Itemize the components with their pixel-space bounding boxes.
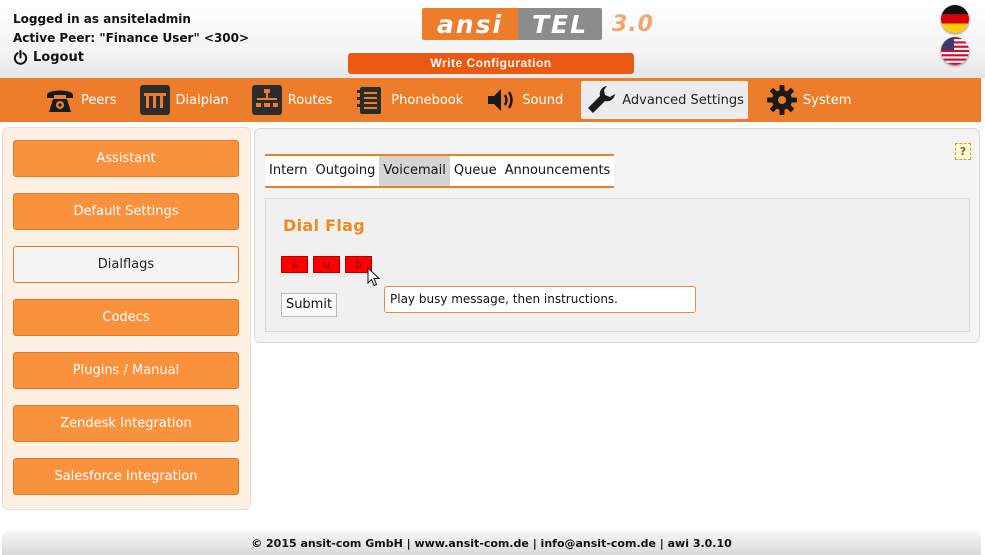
routes-icon bbox=[251, 85, 282, 115]
nav-item-routes[interactable]: Routes bbox=[247, 81, 337, 119]
dialplan-icon bbox=[139, 85, 170, 115]
tab-intern[interactable]: Intern bbox=[265, 156, 312, 186]
tab-outgoing[interactable]: Outgoing bbox=[312, 156, 380, 186]
app-root: Logged in as ansiteladmin Active Peer: "… bbox=[0, 0, 985, 555]
login-info: Logged in as ansiteladmin Active Peer: "… bbox=[13, 10, 249, 67]
nav-label-peers: Peers bbox=[81, 92, 117, 108]
nav-label-dialplan: Dialplan bbox=[175, 92, 229, 108]
sidebar-item-codecs[interactable]: Codecs bbox=[13, 299, 239, 336]
nav-item-advanced-settings[interactable]: Advanced Settings bbox=[581, 81, 748, 119]
nav-label-sound: Sound bbox=[522, 92, 564, 108]
main-nav: Peers Dialplan Routes Phonebook Sound Ad… bbox=[0, 78, 981, 122]
logo-tel: TEL bbox=[518, 8, 602, 40]
nav-label-system: System bbox=[802, 92, 852, 108]
nav-item-system[interactable]: System bbox=[762, 81, 855, 119]
nav-item-phonebook[interactable]: Phonebook bbox=[350, 81, 467, 119]
logo-ansi: ansi bbox=[422, 8, 518, 40]
ansitel-logo: ansi TEL 3.0 bbox=[422, 8, 654, 40]
logged-in-text: Logged in as ansiteladmin bbox=[13, 12, 191, 26]
gear-icon bbox=[766, 85, 797, 115]
nav-label-phonebook: Phonebook bbox=[391, 92, 464, 108]
header: Logged in as ansiteladmin Active Peer: "… bbox=[0, 0, 985, 78]
active-peer-text: Active Peer: "Finance User" <300> bbox=[13, 31, 250, 45]
tab-queue[interactable]: Queue bbox=[450, 156, 501, 186]
wrench-icon bbox=[588, 86, 616, 113]
phonebook-icon bbox=[357, 87, 382, 114]
mouse-cursor-icon bbox=[367, 267, 380, 287]
sidebar-item-plugins-manual[interactable]: Plugins / Manual bbox=[13, 352, 239, 389]
section-title: Dial Flag bbox=[283, 216, 365, 235]
dial-flag-s[interactable]: s bbox=[281, 256, 308, 273]
us-flag-icon[interactable] bbox=[941, 37, 969, 65]
logout-link[interactable]: Logout bbox=[13, 48, 249, 67]
sidebar-item-dialflags[interactable]: Dialflags bbox=[13, 246, 239, 283]
sidebar: Assistant Default Settings Dialflags Cod… bbox=[2, 127, 251, 510]
nav-label-advanced-settings: Advanced Settings bbox=[622, 92, 744, 108]
write-configuration-button[interactable]: Write Configuration bbox=[348, 53, 634, 74]
nav-item-sound[interactable]: Sound bbox=[481, 81, 567, 119]
nav-item-peers[interactable]: Peers bbox=[40, 81, 121, 119]
logout-label: Logout bbox=[33, 50, 84, 65]
german-flag-icon[interactable] bbox=[941, 5, 969, 33]
speaker-icon bbox=[488, 89, 514, 111]
sidebar-item-default-settings[interactable]: Default Settings bbox=[13, 193, 239, 230]
footer: © 2015 ansit-com GmbH | www.ansit-com.de… bbox=[2, 530, 981, 555]
subtabs: Intern Outgoing Voicemail Queue Announce… bbox=[265, 154, 615, 188]
help-icon[interactable]: ? bbox=[955, 143, 971, 160]
telephone-icon bbox=[47, 90, 73, 112]
tab-announcements[interactable]: Announcements bbox=[501, 156, 615, 186]
logo-version: 3.0 bbox=[612, 11, 654, 37]
dial-flag-u[interactable]: u bbox=[313, 256, 340, 273]
sidebar-item-salesforce-integration[interactable]: Salesforce Integration bbox=[13, 458, 239, 495]
tab-voicemail[interactable]: Voicemail bbox=[379, 156, 450, 186]
sidebar-item-zendesk-integration[interactable]: Zendesk Integration bbox=[13, 405, 239, 442]
submit-button[interactable]: Submit bbox=[281, 293, 337, 317]
power-icon bbox=[13, 50, 28, 65]
sidebar-item-assistant[interactable]: Assistant bbox=[13, 140, 239, 177]
nav-label-routes: Routes bbox=[287, 92, 333, 108]
nav-item-dialplan[interactable]: Dialplan bbox=[135, 81, 233, 119]
tooltip: Play busy message, then instructions. bbox=[384, 286, 696, 313]
